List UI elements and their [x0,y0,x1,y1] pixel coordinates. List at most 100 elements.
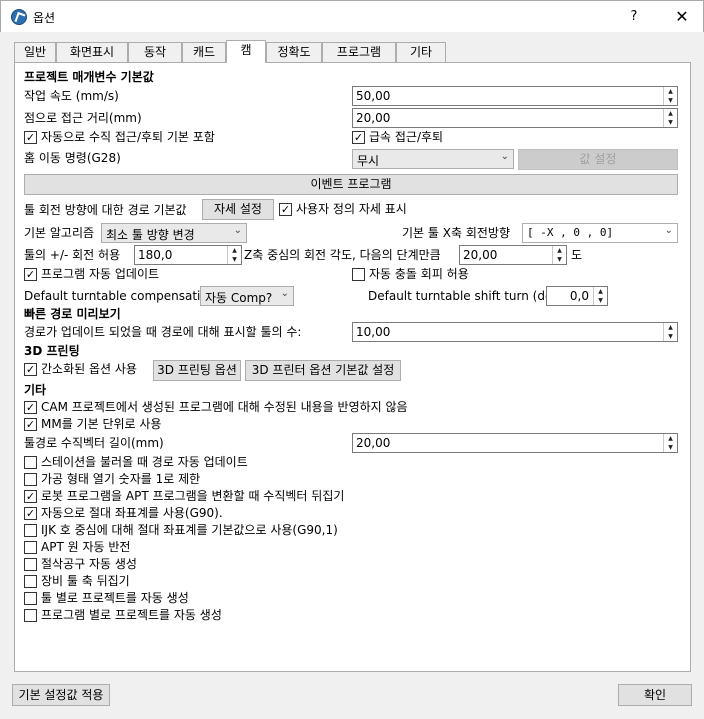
section-heading-project: 프로젝트 매개변수 기본값 [24,70,154,84]
tab-display[interactable]: 화면표시 [56,42,128,62]
chevron-down-icon: ⌄ [233,225,242,236]
spin-down-icon[interactable]: ▼ [664,332,677,341]
checkbox-label: 자동으로 수직 접근/후퇴 기본 포함 [41,130,215,144]
set-value-button[interactable]: 값 설정 [518,149,678,170]
turntable-compensation-label: Default turntable compensation [24,289,216,303]
close-button[interactable]: ✕ [663,5,701,29]
ok-button[interactable]: 확인 [618,684,692,706]
section-heading-etc: 기타 [24,383,47,397]
spin-up-icon[interactable]: ▲ [664,323,677,332]
app-logo-icon [11,9,27,25]
z-angle-step-value: 20,00 [463,248,498,262]
spin-down-icon[interactable]: ▼ [594,296,607,305]
spin-up-icon[interactable]: ▲ [553,246,566,255]
checkbox-box: ✓ [24,401,37,414]
checkbox-label: MM를 기본 단위로 사용 [41,417,162,431]
checkbox-box: ✓ [279,203,292,216]
spin-arrows: ▲ ▼ [663,87,677,105]
spin-up-icon[interactable]: ▲ [664,434,677,443]
turntable-compensation-select[interactable]: 자동 Comp? ⌄ [200,286,294,306]
tab-general[interactable]: 일반 [14,42,56,62]
spin-up-icon[interactable]: ▲ [664,87,677,96]
spin-arrows: ▲ ▼ [227,246,241,264]
preview-tools-value: 10,00 [356,325,391,339]
spin-down-icon[interactable]: ▼ [553,255,566,264]
preview-tools-label: 경로가 업데이트 되었을 때 경로에 대해 표시할 툴의 수: [24,325,302,339]
turntable-compensation-value: 자동 Comp? [205,291,273,305]
checkbox-label: 장비 툴 축 뒤집기 [41,574,130,588]
checkbox-label: 프로그램 별로 프로젝트를 자동 생성 [41,608,222,622]
approach-distance-spinbox[interactable]: 20,00 ▲ ▼ [352,108,678,128]
checkbox-box [24,558,37,571]
checkbox-label: 로봇 프로그램을 APT 프로그램을 변환할 때 수직벡터 뒤집기 [41,489,345,503]
3d-printing-options-button[interactable]: 3D 프린팅 옵션 [153,360,241,381]
z-angle-step-spinbox[interactable]: 20,00 ▲ ▼ [459,245,567,265]
checkbox-label: 프로그램 자동 업데이트 [41,267,160,281]
help-button[interactable]: ? [617,5,651,29]
work-speed-spinbox[interactable]: 50,00 ▲ ▼ [352,86,678,106]
vector-length-spinbox[interactable]: 20,00 ▲ ▼ [352,433,678,453]
checkbox-label: 사용자 정의 자세 표시 [296,202,407,216]
spin-arrows: ▲ ▼ [663,109,677,127]
checkbox-box [24,592,37,605]
checkbox-label: IJK 호 중심에 대해 절대 좌표계를 기본값으로 사용(G90,1) [41,523,338,537]
checkbox-box: ✓ [24,268,37,281]
algorithm-label: 기본 알고리즘 [24,226,95,240]
spin-up-icon[interactable]: ▲ [664,109,677,118]
checkbox-box: ✓ [24,131,37,144]
checkbox-box: ✓ [352,131,365,144]
z-angle-label: Z축 중심의 회전 각도, 다음의 단계만큼 [244,248,441,262]
tab-program[interactable]: 프로그램 [322,42,396,62]
algorithm-select[interactable]: 최소 툴 방향 변경 ⌄ [101,223,247,243]
checkbox-box: ✓ [24,490,37,503]
rotation-tolerance-label: 툴의 +/- 회전 허용 [24,248,121,262]
work-speed-value: 50,00 [356,89,391,103]
tool-rotation-path-label: 툴 회전 방향에 대한 경로 기본값 [24,203,187,217]
vector-length-value: 20,00 [356,436,391,450]
checkbox-box: ✓ [24,507,37,520]
title-bar: 옵션 ? ✕ [0,0,704,32]
checkbox-label: APT 원 자동 반전 [41,540,131,554]
chevron-down-icon: ⌄ [664,225,673,236]
checkbox-label: 스테이션을 불러올 때 경로 자동 업데이트 [41,455,248,469]
checkbox-box [24,541,37,554]
apply-defaults-button[interactable]: 기본 설정값 적용 [12,684,110,706]
rotation-tolerance-spinbox[interactable]: 180,0 ▲ ▼ [134,245,242,265]
x-rotation-value: [ -X , 0 , 0] [527,226,614,239]
spin-up-icon[interactable]: ▲ [594,287,607,296]
tab-cam[interactable]: 캠 [226,40,266,63]
event-program-button[interactable]: 이벤트 프로그램 [24,174,678,195]
checkbox-label: 자동으로 절대 좌표계를 사용(G90). [41,506,223,520]
checkbox-box [24,609,37,622]
checkbox-label: 자동 충돌 회피 허용 [369,267,469,281]
degree-unit-label: 도 [571,248,583,262]
chevron-down-icon: ⌄ [280,288,289,299]
approach-distance-label: 점으로 접근 거리(mm) [24,111,142,125]
turntable-shift-value: 0,0 [569,289,589,303]
tab-accuracy[interactable]: 정확도 [266,42,322,62]
rotation-tolerance-value: 180,0 [138,248,173,262]
tab-motion[interactable]: 동작 [128,42,182,62]
turntable-shift-spinbox[interactable]: 0,0 ▲ ▼ [546,286,608,306]
checkbox-box [24,575,37,588]
pose-settings-button[interactable]: 자세 설정 [202,199,274,220]
spin-down-icon[interactable]: ▼ [664,118,677,127]
home-command-label: 홈 이동 명령(G28) [24,151,121,165]
algorithm-value: 최소 툴 방향 변경 [106,228,195,242]
checkbox-label: 절삭공구 자동 생성 [41,557,137,571]
window-title: 옵션 [33,11,56,25]
3d-printer-defaults-button[interactable]: 3D 프린터 옵션 기본값 설정 [245,360,401,381]
spin-down-icon[interactable]: ▼ [228,255,241,264]
spin-down-icon[interactable]: ▼ [664,443,677,452]
tab-other[interactable]: 기타 [396,42,446,62]
x-rotation-select[interactable]: [ -X , 0 , 0] ⌄ [522,223,678,243]
tab-cad[interactable]: 캐드 [182,42,226,62]
checkbox-box [24,456,37,469]
spin-arrows: ▲ ▼ [552,246,566,264]
home-command-select[interactable]: 무시 ⌄ [352,149,514,169]
spin-down-icon[interactable]: ▼ [664,96,677,105]
spin-up-icon[interactable]: ▲ [228,246,241,255]
preview-tools-spinbox[interactable]: 10,00 ▲ ▼ [352,322,678,342]
checkbox-box [352,268,365,281]
section-heading-preview: 빠른 경로 미리보기 [24,307,121,321]
